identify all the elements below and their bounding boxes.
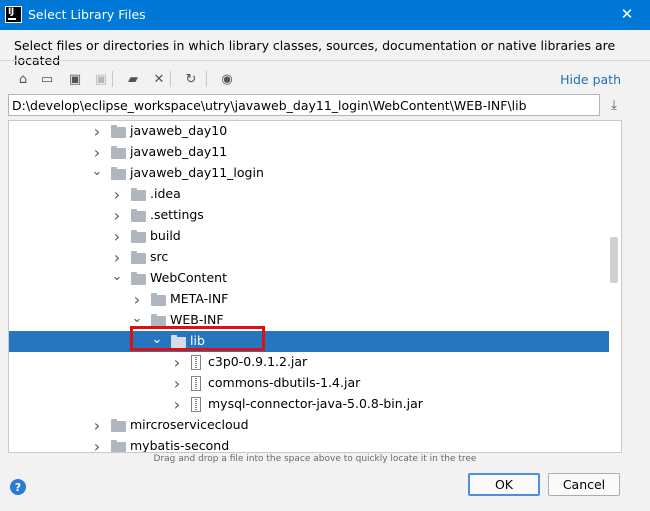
tree-item-jar[interactable]: › mysql-connector-java-5.0.8-bin.jar xyxy=(9,394,609,415)
tree-item-folder[interactable]: › .settings xyxy=(9,205,609,226)
folder-icon xyxy=(111,146,126,159)
tree-item-label: build xyxy=(150,228,181,243)
desktop-icon[interactable]: ▭ xyxy=(36,68,58,90)
new-folder-icon[interactable]: ▰ xyxy=(122,68,144,90)
chevron-right-icon[interactable]: › xyxy=(131,289,143,310)
tree-item-label: .settings xyxy=(150,207,204,222)
tree-item-folder[interactable]: › build xyxy=(9,226,609,247)
show-hidden-icon[interactable]: ◉ xyxy=(216,68,238,90)
tree-item-jar[interactable]: › c3p0-0.9.1.2.jar xyxy=(9,352,609,373)
tree-item-label: mybatis-second xyxy=(130,438,230,453)
chevron-right-icon[interactable]: › xyxy=(91,121,103,142)
toolbar-separator xyxy=(112,71,113,87)
tree-item-folder[interactable]: ⌄ javaweb_day11_login xyxy=(9,163,609,184)
ok-button[interactable]: OK xyxy=(468,473,540,496)
folder-icon xyxy=(151,293,166,306)
folder-icon xyxy=(111,167,126,180)
path-input[interactable] xyxy=(8,94,600,116)
tree-item-folder[interactable]: › .idea xyxy=(9,184,609,205)
tree-item-folder[interactable]: › javaweb_day10 xyxy=(9,121,609,142)
refresh-icon[interactable]: ↻ xyxy=(180,68,202,90)
chevron-down-icon[interactable]: ⌄ xyxy=(151,331,163,352)
chevron-right-icon[interactable]: › xyxy=(91,142,103,163)
tree-item-label: mircroservicecloud xyxy=(130,417,249,432)
jar-file-icon xyxy=(191,355,201,370)
chevron-right-icon[interactable]: › xyxy=(171,394,183,415)
tree-item-folder[interactable]: › src xyxy=(9,247,609,268)
window-title: Select Library Files xyxy=(28,7,146,22)
cancel-button[interactable]: Cancel xyxy=(548,473,620,496)
tree-item-label: javaweb_day10 xyxy=(130,123,228,138)
tree-item-label: javaweb_day11_login xyxy=(130,165,264,180)
chevron-right-icon[interactable]: › xyxy=(111,247,123,268)
folder-icon xyxy=(131,272,146,285)
tree-item-folder[interactable]: › javaweb_day11 xyxy=(9,142,609,163)
tree-item-folder[interactable]: ⌄ WebContent xyxy=(9,268,609,289)
help-icon[interactable]: ? xyxy=(10,479,26,495)
toolbar-separator xyxy=(170,71,171,87)
chevron-right-icon[interactable]: › xyxy=(171,373,183,394)
intellij-app-icon: IJ xyxy=(5,6,22,23)
tree-item-folder[interactable]: › META-INF xyxy=(9,289,609,310)
tree-item-label: commons-dbutils-1.4.jar xyxy=(208,375,361,390)
folder-icon xyxy=(131,251,146,264)
toolbar-separator xyxy=(206,71,207,87)
chevron-down-icon[interactable]: ⌄ xyxy=(111,268,123,289)
tree-item-folder[interactable]: ⌄ WEB-INF xyxy=(9,310,609,331)
chevron-right-icon[interactable]: › xyxy=(111,184,123,205)
jar-file-icon xyxy=(191,376,201,391)
folder-icon xyxy=(151,314,166,327)
folder-icon xyxy=(131,188,146,201)
close-icon[interactable]: ✕ xyxy=(604,0,650,30)
tree-item-label: META-INF xyxy=(170,291,229,306)
chevron-right-icon[interactable]: › xyxy=(91,415,103,436)
folder-icon xyxy=(111,440,126,452)
module-icon[interactable]: ▣ xyxy=(90,68,112,90)
jar-file-icon xyxy=(191,397,201,412)
tree-item-folder[interactable]: ⌄ lib xyxy=(9,331,609,352)
tree-item-label: lib xyxy=(190,333,205,348)
divider xyxy=(0,60,650,61)
chevron-down-icon[interactable]: ⌄ xyxy=(131,310,143,331)
tree-item-label: .idea xyxy=(150,186,181,201)
home-icon[interactable]: ⌂ xyxy=(12,68,34,90)
folder-icon xyxy=(131,230,146,243)
tree-item-label: src xyxy=(150,249,169,264)
drag-drop-hint: Drag and drop a file into the space abov… xyxy=(153,454,477,464)
scrollbar-thumb[interactable] xyxy=(610,237,618,283)
tree-item-label: WebContent xyxy=(150,270,227,285)
tree-item-folder[interactable]: › mybatis-second xyxy=(9,436,609,453)
tree-item-jar[interactable]: › commons-dbutils-1.4.jar xyxy=(9,373,609,394)
project-icon[interactable]: ▣ xyxy=(64,68,86,90)
file-tree[interactable]: › javaweb_day10 › javaweb_day11 ⌄ javaweb_day… xyxy=(8,120,622,453)
title-bar: IJ Select Library Files ✕ xyxy=(0,0,650,30)
tree-item-label: c3p0-0.9.1.2.jar xyxy=(208,354,308,369)
delete-icon[interactable]: ✕ xyxy=(148,68,170,90)
hide-path-link[interactable]: Hide path xyxy=(560,72,621,87)
folder-icon xyxy=(171,335,186,348)
tree-item-label: mysql-connector-java-5.0.8-bin.jar xyxy=(208,396,423,411)
chevron-down-icon[interactable]: ⌄ xyxy=(91,163,103,184)
folder-icon xyxy=(111,419,126,432)
tree-item-folder[interactable]: › mircroservicecloud xyxy=(9,415,609,436)
dialog-description: Select files or directories in which lib… xyxy=(14,38,616,68)
tree-item-label: javaweb_day11 xyxy=(130,144,228,159)
chevron-right-icon[interactable]: › xyxy=(111,226,123,247)
chevron-right-icon[interactable]: › xyxy=(171,352,183,373)
folder-icon xyxy=(131,209,146,222)
chevron-right-icon[interactable]: › xyxy=(111,205,123,226)
folder-icon xyxy=(111,125,126,138)
tree-item-label: WEB-INF xyxy=(170,312,224,327)
chevron-right-icon[interactable]: › xyxy=(91,436,103,452)
download-icon[interactable]: ⤓ xyxy=(605,94,623,116)
